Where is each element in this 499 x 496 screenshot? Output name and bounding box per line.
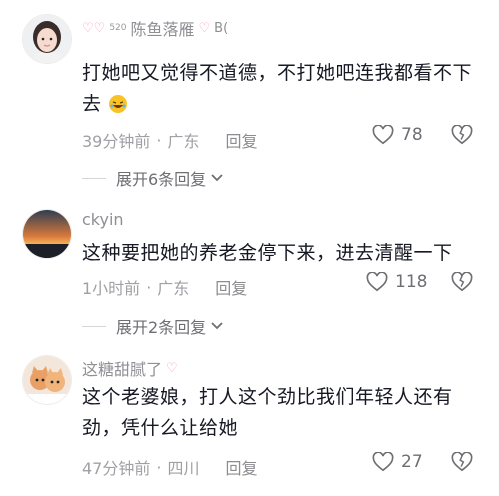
broken-heart-icon bbox=[451, 451, 473, 472]
laughing-emoji-icon bbox=[108, 93, 128, 124]
heart-icon bbox=[366, 272, 388, 292]
like-button[interactable]: 118 bbox=[366, 272, 427, 292]
broken-heart-icon bbox=[451, 124, 473, 145]
like-count: 78 bbox=[401, 125, 423, 145]
separator: · bbox=[156, 130, 162, 150]
heart-decoration-icon: ♡ bbox=[198, 20, 211, 36]
comment-text-content: 这种要把她的养老金停下来，进去清醒一下 bbox=[82, 242, 453, 264]
username[interactable]: 陈鱼落雁 bbox=[131, 16, 195, 40]
like-count: 27 bbox=[401, 452, 423, 472]
heart-icon bbox=[372, 125, 394, 145]
dislike-button[interactable] bbox=[451, 271, 473, 296]
username[interactable]: ckyin bbox=[82, 210, 124, 229]
separator: · bbox=[146, 277, 152, 297]
timestamp: 1小时前 bbox=[82, 279, 141, 298]
like-button[interactable]: 27 bbox=[372, 452, 423, 472]
name-row: ♡♡ 520 陈鱼落雁 ♡ B( bbox=[82, 16, 228, 40]
avatar[interactable] bbox=[22, 209, 72, 259]
expand-label: 展开2条回复 bbox=[116, 318, 207, 337]
chevron-down-icon bbox=[211, 174, 223, 182]
chevron-down-icon bbox=[211, 322, 223, 330]
name-row: ckyin bbox=[82, 210, 124, 229]
like-button[interactable]: 78 bbox=[372, 125, 423, 145]
avatar[interactable] bbox=[22, 355, 72, 405]
dislike-button[interactable] bbox=[451, 451, 473, 476]
username-prefix: 520 bbox=[109, 23, 127, 33]
expand-replies-button[interactable]: 展开2条回复 bbox=[82, 314, 224, 338]
comment-text-content: 这个老婆娘，打人这个劲比我们年轻人还有劲，凭什么让给她 bbox=[82, 386, 453, 439]
username-suffix: B( bbox=[214, 20, 229, 36]
username[interactable]: 这糖甜腻了 bbox=[82, 356, 162, 380]
comment-meta: 47分钟前 · 四川 回复 bbox=[82, 455, 258, 479]
like-count: 118 bbox=[395, 272, 428, 292]
reply-button[interactable]: 回复 bbox=[215, 275, 247, 299]
divider-line bbox=[82, 325, 106, 327]
heart-icon bbox=[372, 452, 394, 472]
expand-label: 展开6条回复 bbox=[116, 170, 207, 189]
timestamp: 39分钟前 bbox=[82, 132, 151, 151]
comment-text-content: 打她吧又觉得不道德，不打她吧连我都看不下去 bbox=[82, 62, 473, 115]
location: 广东 bbox=[157, 279, 190, 298]
comment-text[interactable]: 这个老婆娘，打人这个劲比我们年轻人还有劲，凭什么让给她 bbox=[82, 382, 477, 444]
dislike-button[interactable] bbox=[451, 124, 473, 149]
comment-text[interactable]: 打她吧又觉得不道德，不打她吧连我都看不下去 bbox=[82, 58, 477, 124]
timestamp: 47分钟前 bbox=[82, 459, 151, 478]
avatar[interactable] bbox=[22, 14, 72, 64]
heart-decoration-icon: ♡♡ bbox=[82, 20, 106, 36]
separator: · bbox=[156, 457, 162, 477]
broken-heart-icon bbox=[451, 271, 473, 292]
divider-line bbox=[82, 177, 106, 179]
heart-decoration-icon: ♡ bbox=[166, 360, 178, 376]
comment-meta: 39分钟前 · 广东 回复 bbox=[82, 128, 258, 152]
reply-button[interactable]: 回复 bbox=[225, 128, 257, 152]
comment-meta: 1小时前 · 广东 回复 bbox=[82, 275, 247, 299]
reply-button[interactable]: 回复 bbox=[225, 455, 257, 479]
name-row: 这糖甜腻了 ♡ bbox=[82, 356, 178, 380]
location: 广东 bbox=[167, 132, 200, 151]
comment-text[interactable]: 这种要把她的养老金停下来，进去清醒一下 bbox=[82, 238, 477, 269]
expand-replies-button[interactable]: 展开6条回复 bbox=[82, 166, 224, 190]
location: 四川 bbox=[167, 459, 200, 478]
